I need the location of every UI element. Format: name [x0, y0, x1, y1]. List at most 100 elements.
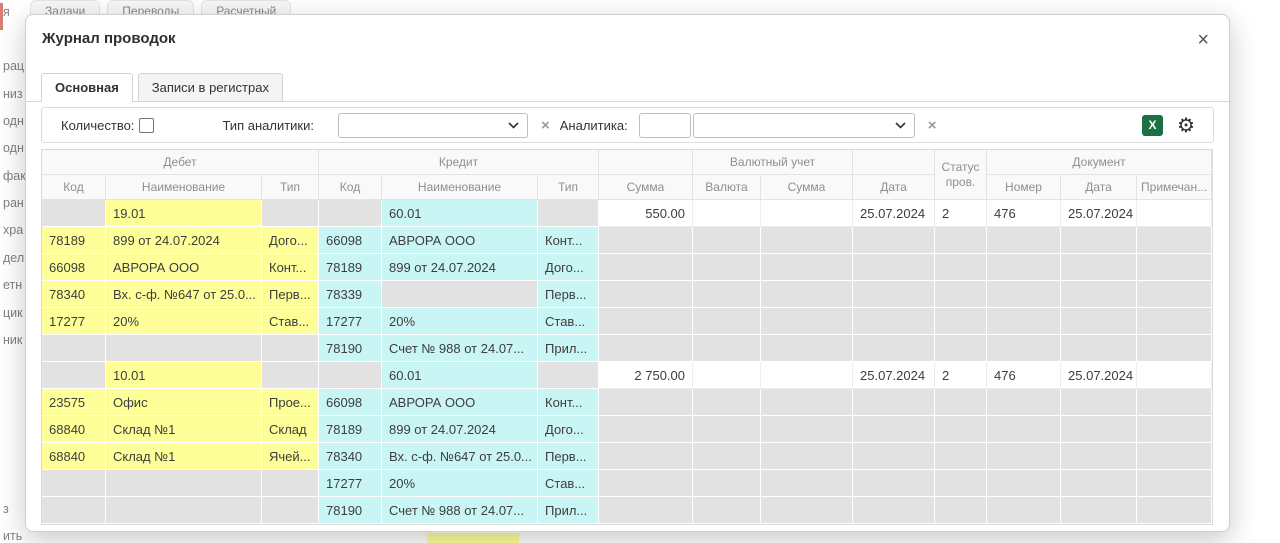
cell-doc-date[interactable] [1061, 335, 1137, 362]
cell-status[interactable] [935, 281, 987, 308]
close-icon[interactable]: × [1193, 29, 1213, 51]
cell-debit-type[interactable] [262, 470, 319, 497]
cell-date[interactable] [853, 470, 935, 497]
cell-status[interactable] [935, 227, 987, 254]
cell-debit-name[interactable]: Вх. с-ф. №647 от 25.0... [106, 281, 262, 308]
cell-debit-name[interactable]: Склад №1 [106, 443, 262, 470]
cell-debit-type[interactable] [262, 362, 319, 389]
cell-date[interactable] [853, 443, 935, 470]
cell-debit-name[interactable]: АВРОРА ООО [106, 254, 262, 281]
cell-currency-sum[interactable] [761, 443, 853, 470]
cell-status[interactable] [935, 308, 987, 335]
cell-currency[interactable] [693, 470, 761, 497]
cell-currency-sum[interactable] [761, 254, 853, 281]
cell-sum[interactable] [599, 470, 693, 497]
cell-currency[interactable] [693, 362, 761, 389]
cell-date[interactable]: 25.07.2024 [853, 200, 935, 227]
cell-currency-sum[interactable] [761, 200, 853, 227]
cell-note[interactable] [1137, 308, 1212, 335]
cell-date[interactable] [853, 389, 935, 416]
cell-debit-code[interactable]: 78189 [42, 227, 106, 254]
cell-sum[interactable] [599, 281, 693, 308]
cell-sum[interactable]: 2 750.00 [599, 362, 693, 389]
analytics-code-input[interactable] [639, 113, 691, 138]
cell-credit-name[interactable]: 20% [382, 470, 538, 497]
cell-note[interactable] [1137, 416, 1212, 443]
cell-debit-code[interactable]: 23575 [42, 389, 106, 416]
cell-credit-name[interactable]: 60.01 [382, 362, 538, 389]
cell-credit-type[interactable]: Дого... [538, 416, 599, 443]
cell-note[interactable] [1137, 254, 1212, 281]
cell-debit-name[interactable] [106, 335, 262, 362]
cell-doc-date[interactable] [1061, 227, 1137, 254]
cell-credit-code[interactable]: 78339 [319, 281, 382, 308]
cell-credit-type[interactable] [538, 200, 599, 227]
cell-currency-sum[interactable] [761, 227, 853, 254]
cell-number[interactable]: 476 [987, 362, 1061, 389]
cell-credit-code[interactable] [319, 362, 382, 389]
cell-credit-code[interactable]: 78189 [319, 254, 382, 281]
cell-debit-type[interactable] [262, 497, 319, 524]
cell-currency-sum[interactable] [761, 389, 853, 416]
cell-number[interactable] [987, 254, 1061, 281]
cell-credit-type[interactable]: Конт... [538, 227, 599, 254]
cell-currency-sum[interactable] [761, 416, 853, 443]
cell-status[interactable]: 2 [935, 200, 987, 227]
cell-currency[interactable] [693, 227, 761, 254]
cell-doc-date[interactable] [1061, 254, 1137, 281]
cell-currency-sum[interactable] [761, 281, 853, 308]
cell-debit-name[interactable]: 899 от 24.07.2024 [106, 227, 262, 254]
cell-date[interactable] [853, 416, 935, 443]
analytics-type-select[interactable] [338, 113, 528, 138]
cell-currency[interactable] [693, 389, 761, 416]
cell-debit-name[interactable]: 19.01 [106, 200, 262, 227]
cell-debit-type[interactable]: Склад [262, 416, 319, 443]
cell-date[interactable] [853, 281, 935, 308]
cell-sum[interactable] [599, 254, 693, 281]
cell-number[interactable] [987, 443, 1061, 470]
cell-debit-name[interactable] [106, 470, 262, 497]
cell-currency[interactable] [693, 281, 761, 308]
cell-credit-name[interactable]: Вх. с-ф. №647 от 25.0... [382, 443, 538, 470]
cell-currency-sum[interactable] [761, 470, 853, 497]
cell-status[interactable] [935, 497, 987, 524]
cell-number[interactable] [987, 335, 1061, 362]
cell-credit-type[interactable]: Прил... [538, 497, 599, 524]
analytics-select[interactable] [693, 113, 915, 138]
cell-debit-code[interactable] [42, 362, 106, 389]
cell-currency-sum[interactable] [761, 497, 853, 524]
cell-credit-code[interactable] [319, 200, 382, 227]
cell-credit-name[interactable]: Счет № 988 от 24.07... [382, 335, 538, 362]
cell-sum[interactable] [599, 308, 693, 335]
cell-currency[interactable] [693, 497, 761, 524]
cell-debit-type[interactable]: Конт... [262, 254, 319, 281]
cell-sum[interactable]: 550.00 [599, 200, 693, 227]
cell-debit-code[interactable] [42, 335, 106, 362]
cell-debit-code[interactable]: 68840 [42, 443, 106, 470]
cell-debit-code[interactable] [42, 200, 106, 227]
cell-debit-name[interactable] [106, 497, 262, 524]
cell-credit-name[interactable]: Счет № 988 от 24.07... [382, 497, 538, 524]
cell-note[interactable] [1137, 227, 1212, 254]
cell-credit-type[interactable]: Прил... [538, 335, 599, 362]
cell-date[interactable] [853, 497, 935, 524]
cell-credit-type[interactable]: Дого... [538, 254, 599, 281]
cell-doc-date[interactable] [1061, 470, 1137, 497]
cell-note[interactable] [1137, 200, 1212, 227]
cell-date[interactable]: 25.07.2024 [853, 362, 935, 389]
cell-sum[interactable] [599, 335, 693, 362]
cell-status[interactable]: 2 [935, 362, 987, 389]
cell-number[interactable] [987, 497, 1061, 524]
cell-credit-code[interactable]: 66098 [319, 389, 382, 416]
cell-note[interactable] [1137, 443, 1212, 470]
cell-note[interactable] [1137, 281, 1212, 308]
cell-credit-code[interactable]: 78190 [319, 497, 382, 524]
cell-credit-type[interactable] [538, 362, 599, 389]
cell-date[interactable] [853, 335, 935, 362]
cell-note[interactable] [1137, 497, 1212, 524]
cell-currency[interactable] [693, 254, 761, 281]
cell-debit-type[interactable] [262, 200, 319, 227]
cell-date[interactable] [853, 227, 935, 254]
cell-debit-name[interactable]: Склад №1 [106, 416, 262, 443]
cell-credit-code[interactable]: 78340 [319, 443, 382, 470]
